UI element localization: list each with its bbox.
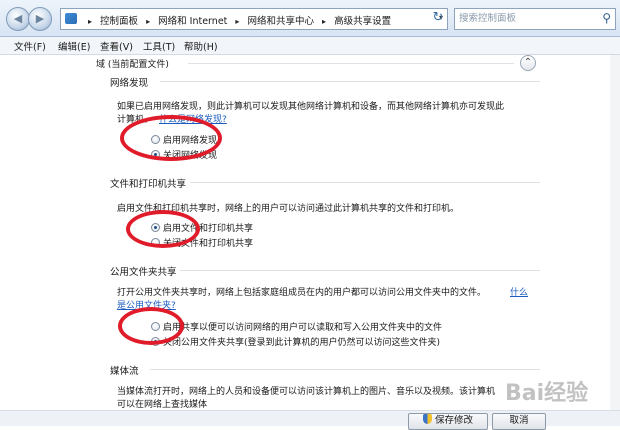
scrollbar[interactable] (610, 55, 620, 410)
media-streaming-description: 当媒体流打开时，网络上的人员和设备便可以访问该计算机上的图片、音乐以及视频。该计… (117, 387, 496, 397)
control-panel-icon (65, 13, 77, 24)
menu-tools[interactable]: 工具(T) (143, 39, 175, 53)
search-icon[interactable]: ⚲ (602, 11, 611, 25)
chevron-right-icon: ▸ (146, 17, 151, 26)
menu-help[interactable]: 帮助(H) (184, 39, 218, 53)
address-bar-area: ◀ ▶ ▸ 控制面板 ▸ 网络和 Internet ▸ 网络和共享中心 ▸ 高级… (0, 0, 620, 37)
divider (188, 63, 514, 64)
divider (160, 81, 540, 82)
menu-view[interactable]: 查看(V) (100, 39, 133, 53)
shield-icon (422, 414, 432, 424)
save-button[interactable]: 保存修改 (408, 413, 488, 430)
annotation-circle (120, 115, 222, 161)
media-streaming-description-2: 可以在网络上查找媒体 (117, 400, 208, 410)
settings-content: 域 (当前配置文件) ⌃ 网络发现 如果已启用网络发现，则此计算机可以发现其他网… (0, 55, 620, 410)
network-discovery-description: 如果已启用网络发现，则此计算机可以发现其他网络计算机和设备，而其他网络计算机亦可… (117, 102, 505, 112)
chevron-right-icon: ▸ (322, 17, 327, 26)
divider (150, 369, 540, 370)
section-title-file-printer-sharing: 文件和打印机共享 (110, 179, 187, 190)
crumb-network-sharing-center[interactable]: 网络和共享中心 (247, 16, 314, 27)
crumb-control-panel[interactable]: 控制面板 (100, 16, 138, 27)
option-label-enable-public-folder-sharing[interactable]: 启用共享以便可以访问网络的用户可以读取和写入公用文件夹中的文件 (163, 320, 442, 333)
chevron-right-icon: ▸ (88, 17, 93, 26)
watermark: Bai经验 (505, 381, 589, 406)
section-title-network-discovery: 网络发现 (110, 78, 149, 89)
crumb-advanced-sharing[interactable]: 高级共享设置 (334, 16, 391, 27)
menu-edit[interactable]: 编辑(E) (58, 39, 90, 53)
annotation-circle (118, 307, 184, 345)
divider (180, 270, 540, 271)
public-folder-help-link-part1[interactable]: 什么 (510, 285, 528, 298)
profile-header: 域 (当前配置文件) (96, 60, 169, 70)
search-input[interactable] (455, 9, 591, 27)
option-label-disable-public-folder-sharing[interactable]: 关闭公用文件夹共享(登录到此计算机的用户仍然可以访问这些文件夹) (163, 335, 440, 348)
collapse-button[interactable]: ⌃ (520, 55, 536, 71)
breadcrumb[interactable]: ▸ 控制面板 ▸ 网络和 Internet ▸ 网络和共享中心 ▸ 高级共享设置… (60, 8, 448, 30)
back-button[interactable]: ◀ (6, 7, 30, 31)
save-label: 保存修改 (434, 415, 473, 426)
chevron-right-icon: ▸ (235, 17, 240, 26)
crumb-network-internet[interactable]: 网络和 Internet (158, 16, 227, 27)
cancel-button[interactable]: 取消 (492, 413, 546, 430)
footer-bar: 保存修改 取消 (0, 410, 620, 430)
forward-button[interactable]: ▶ (28, 7, 52, 31)
menu-bar: 文件(F) 编辑(E) 查看(V) 工具(T) 帮助(H) (0, 37, 620, 55)
search-box[interactable]: ⚲ (454, 8, 616, 30)
section-title-media-streaming: 媒体流 (110, 366, 139, 377)
public-folder-sharing-description: 打开公用文件夹共享时，网络上包括家庭组成员在内的用户都可以访问公用文件夹中的文件… (117, 288, 487, 298)
divider (190, 182, 540, 183)
refresh-icon[interactable]: ↻ (428, 8, 448, 28)
menu-file[interactable]: 文件(F) (14, 39, 46, 53)
annotation-circle (126, 210, 200, 248)
section-title-public-folder-sharing: 公用文件夹共享 (110, 267, 177, 278)
